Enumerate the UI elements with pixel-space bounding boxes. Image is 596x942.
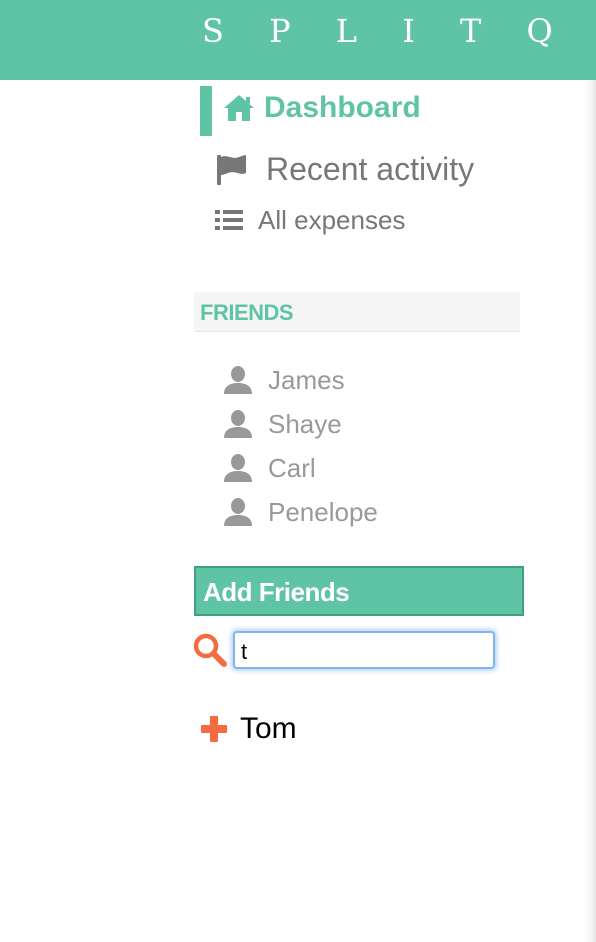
friend-item-shaye[interactable]: Shaye [222, 406, 342, 442]
friends-header-label: FRIENDS [200, 300, 294, 325]
content-edge-shadow [584, 80, 596, 942]
user-icon [222, 497, 254, 527]
list-icon [214, 207, 244, 233]
add-friends-label: Add Friends [203, 577, 350, 607]
nav-item-recent-activity[interactable]: Recent activity [214, 148, 474, 190]
nav-item-label: Dashboard [264, 91, 421, 124]
search-result-tom[interactable]: Tom [200, 710, 297, 748]
friend-name: Penelope [268, 496, 378, 527]
home-icon [222, 93, 256, 123]
friend-name: Shaye [268, 408, 342, 439]
active-indicator [200, 86, 212, 136]
search-result-name: Tom [240, 712, 297, 745]
top-bar: S P L I T Q U I C K [0, 0, 596, 80]
friend-item-james[interactable]: James [222, 362, 345, 398]
nav-item-all-expenses[interactable]: All expenses [214, 203, 405, 237]
user-icon [222, 365, 254, 395]
flag-icon [214, 152, 248, 186]
friend-search-input[interactable] [233, 631, 495, 669]
plus-icon[interactable] [200, 715, 228, 743]
friends-section-header: FRIENDS [194, 292, 520, 332]
app-page: S P L I T Q U I C K Dashboard Recent act… [0, 0, 596, 942]
add-friends-header: Add Friends [194, 566, 524, 616]
friend-item-carl[interactable]: Carl [222, 450, 316, 486]
brand-logo[interactable]: S P L I T Q U I C K [202, 12, 596, 50]
search-icon[interactable] [192, 632, 228, 668]
nav-item-dashboard[interactable]: Dashboard [222, 88, 421, 128]
friend-name: Carl [268, 452, 316, 483]
nav-item-label: Recent activity [266, 150, 475, 187]
friend-name: James [268, 364, 345, 395]
user-icon [222, 453, 254, 483]
nav-item-label: All expenses [258, 204, 406, 235]
user-icon [222, 409, 254, 439]
friend-item-penelope[interactable]: Penelope [222, 494, 378, 530]
